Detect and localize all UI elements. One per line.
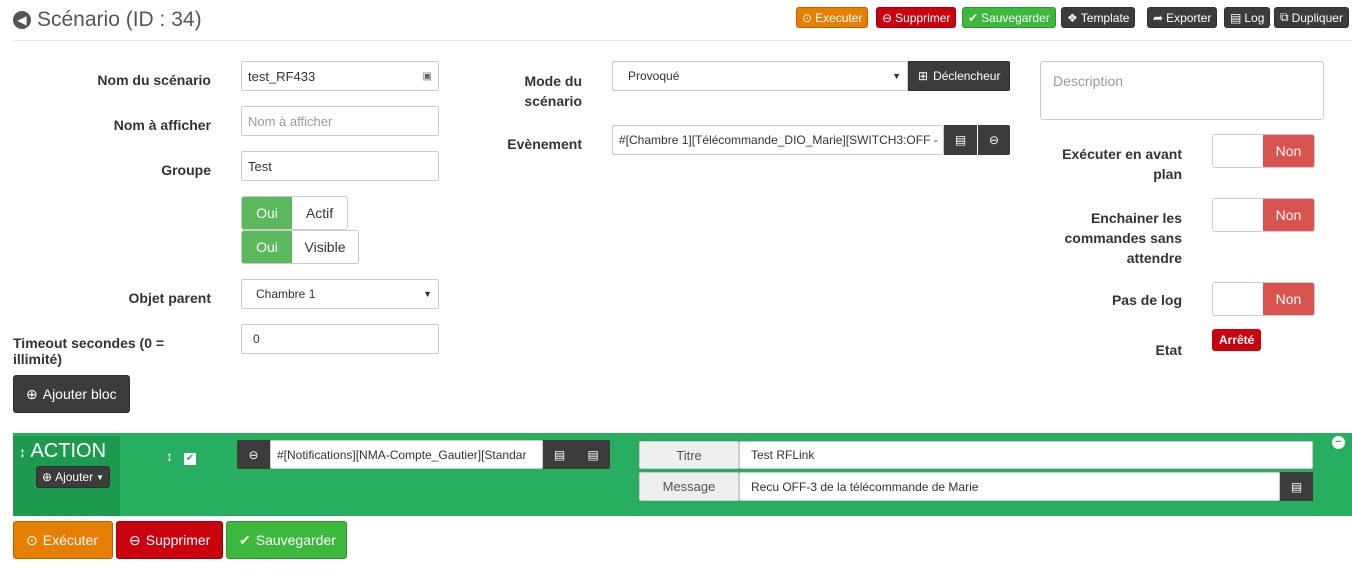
footer-delete-button[interactable]: ⊖ Supprimer — [116, 521, 223, 559]
mode-label: Mode du scénario — [524, 73, 582, 109]
gamepad-icon: ⊙ — [26, 531, 38, 548]
log-button[interactable]: ▤ Log — [1224, 7, 1271, 28]
remove-action-icon[interactable]: ⊖ — [237, 440, 270, 469]
duplicate-button[interactable]: ⧉ Dupliquer — [1274, 7, 1349, 28]
enable-checkbox[interactable]: ✔ — [184, 453, 196, 465]
toggle-off-slot — [1213, 283, 1263, 315]
foreground-toggle[interactable]: Non — [1212, 134, 1315, 168]
footer-save-button[interactable]: ✔ Sauvegarder — [226, 521, 347, 559]
copy-icon: ⧉ — [1280, 10, 1289, 24]
gamepad-icon: ⊙ — [802, 10, 813, 25]
title-input[interactable]: Test RFLink — [739, 441, 1313, 469]
title-addon: Titre — [639, 441, 739, 469]
file-icon: ▤ — [1230, 10, 1242, 25]
toggle-off-slot — [1213, 135, 1263, 167]
message-addon: Message — [639, 472, 739, 501]
remove-block-icon[interactable]: − — [1332, 436, 1345, 449]
chain-label: Enchainer les commandes sans attendre — [1064, 210, 1183, 266]
parent-label: Objet parent — [128, 290, 211, 306]
name-label: Nom du scénario — [97, 72, 211, 88]
nolog-toggle[interactable]: Non — [1212, 282, 1315, 316]
list-icon[interactable]: ▤ — [1280, 472, 1313, 501]
caret-down-icon: ▼ — [423, 289, 432, 299]
state-label: Etat — [1155, 342, 1182, 358]
divider — [13, 40, 1352, 41]
back-arrow-icon[interactable]: ◀ — [13, 11, 31, 29]
event-label: Evènement — [507, 136, 582, 152]
state-badge: Arrêté — [1212, 329, 1262, 351]
export-button[interactable]: ➦ Exporter — [1147, 7, 1218, 28]
add-action-button[interactable]: ⊕ Ajouter ▼ — [36, 466, 111, 488]
footer-execute-button[interactable]: ⊙ Exécuter — [13, 521, 113, 559]
action-command-input[interactable]: #[Notifications][NMA-Compte_Gautier][Sta… — [270, 440, 543, 469]
display-name-input[interactable]: Nom à afficher — [241, 106, 439, 136]
page-title: ◀ Scénario (ID : 34) — [13, 8, 202, 32]
caret-down-icon: ▼ — [892, 71, 901, 81]
move-icon[interactable]: ↕ — [19, 444, 26, 460]
minus-circle-icon: ⊖ — [129, 531, 141, 548]
share-icon: ➦ — [1153, 10, 1164, 25]
plus-square-icon: ⊞ — [918, 69, 929, 83]
name-input[interactable]: test_RF433 ▣ — [241, 61, 439, 91]
move-icon[interactable]: ↕ — [166, 448, 173, 464]
action-title: ↕ ACTION — [19, 440, 107, 462]
display-name-label: Nom à afficher — [113, 117, 211, 133]
nolog-label: Pas de log — [1111, 292, 1182, 308]
cubes-icon: ❖ — [1067, 10, 1078, 25]
active-toggle[interactable]: Oui Actif — [241, 196, 348, 230]
list-icon[interactable]: ▤ — [543, 440, 576, 469]
list-alt-icon[interactable]: ▤ — [576, 440, 610, 469]
foreground-label: Exécuter en avant plan — [1062, 146, 1182, 182]
minus-circle-icon: ⊖ — [882, 10, 893, 25]
message-input[interactable]: Recu OFF-3 de la télécommande de Marie — [739, 472, 1280, 501]
trigger-button[interactable]: ⊞ Déclencheur — [908, 61, 1010, 91]
check-circle-icon: ✔ — [968, 10, 979, 25]
add-block-button[interactable]: ⊕ Ajouter bloc — [13, 375, 130, 413]
save-button[interactable]: ✔ Sauvegarder — [962, 7, 1056, 28]
description-textarea[interactable]: Description — [1040, 61, 1324, 120]
minus-circle-icon[interactable]: ⊖ — [978, 125, 1010, 155]
caret-down-icon: ▼ — [96, 472, 105, 482]
visible-toggle[interactable]: Oui Visible — [241, 230, 359, 264]
plus-circle-icon: ⊕ — [42, 470, 53, 484]
delete-button[interactable]: ⊖ Supprimer — [876, 7, 957, 28]
event-input[interactable]: #[Chambre 1][Télécommande_DIO_Marie][SWI… — [612, 125, 944, 155]
timeout-input[interactable]: 0 — [241, 324, 439, 354]
toggle-off-slot — [1213, 199, 1263, 231]
mode-select[interactable]: Provoqué ▼ — [612, 61, 908, 91]
execute-button[interactable]: ⊙ Executer — [796, 7, 869, 28]
group-input[interactable]: Test — [241, 151, 439, 181]
template-button[interactable]: ❖ Template — [1061, 7, 1136, 28]
chain-toggle[interactable]: Non — [1212, 198, 1315, 232]
parent-select[interactable]: Chambre 1 ▼ — [241, 279, 439, 309]
contact-card-icon: ▣ — [422, 70, 432, 82]
list-icon[interactable]: ▤ — [944, 125, 977, 155]
timeout-label: Timeout secondes (0 = illimité) — [13, 335, 165, 367]
plus-circle-icon: ⊕ — [26, 385, 38, 402]
check-circle-icon: ✔ — [239, 531, 251, 548]
group-label: Groupe — [161, 162, 211, 178]
